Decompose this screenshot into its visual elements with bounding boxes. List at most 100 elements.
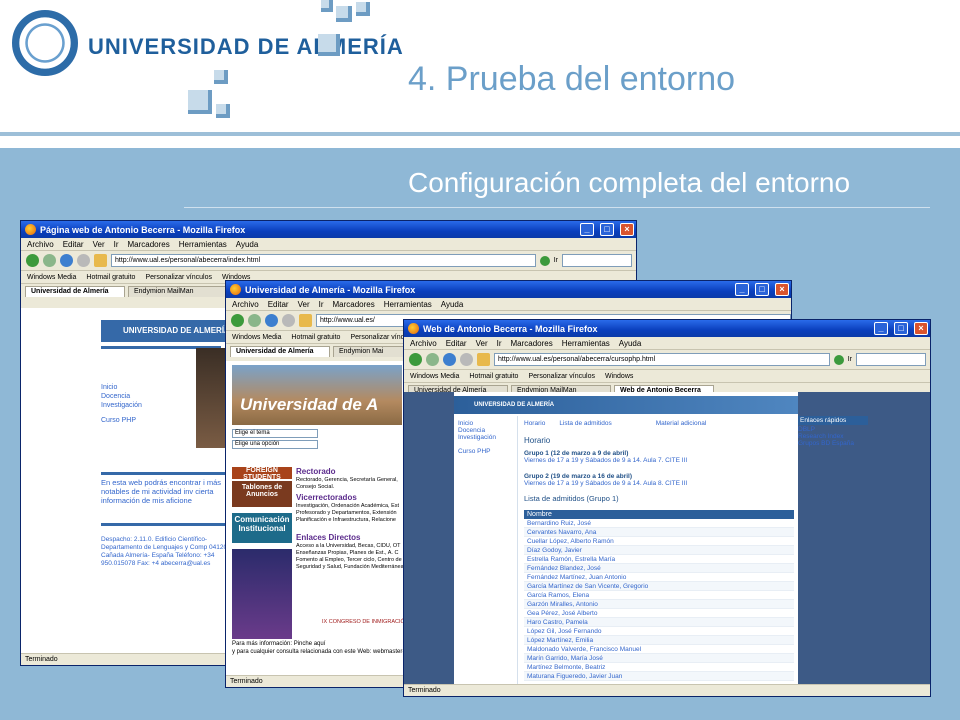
tab-endymion[interactable]: Endymion MailMan <box>128 286 228 297</box>
reload-icon[interactable] <box>443 353 456 366</box>
menu-archivo[interactable]: Archivo <box>410 339 437 348</box>
menu-link-lista[interactable]: Lista de admitidos <box>559 420 611 427</box>
menu-herramientas[interactable]: Herramientas <box>384 300 432 309</box>
enlaces-heading[interactable]: Enlaces Directos <box>296 533 360 542</box>
title-bar[interactable]: Universidad de Almería - Mozilla Firefox… <box>226 281 791 298</box>
forward-icon[interactable] <box>248 314 261 327</box>
menu-ver[interactable]: Ver <box>476 339 488 348</box>
decorative-square <box>318 34 340 56</box>
url-input[interactable]: http://www.ual.es/personal/abecerra/inde… <box>111 254 536 267</box>
nav-link-curso-php[interactable]: Curso PHP <box>458 448 491 455</box>
menu-marcadores[interactable]: Marcadores <box>128 240 170 249</box>
vicerrectorados-heading[interactable]: Vicerrectorados <box>296 493 357 502</box>
menu-ayuda[interactable]: Ayuda <box>441 300 464 309</box>
go-label[interactable]: Ir <box>554 257 558 264</box>
maximize-button[interactable]: □ <box>894 322 908 335</box>
close-button[interactable]: × <box>775 283 789 296</box>
search-input[interactable] <box>562 254 632 267</box>
menu-ayuda[interactable]: Ayuda <box>619 339 642 348</box>
minimize-button[interactable]: _ <box>580 223 594 236</box>
nav-link-inicio[interactable]: Inicio <box>458 420 473 427</box>
go-icon[interactable] <box>539 255 550 266</box>
menu-link-horario[interactable]: Horario <box>524 420 545 427</box>
minimize-button[interactable]: _ <box>735 283 749 296</box>
menu-editar[interactable]: Editar <box>268 300 289 309</box>
rectorado-heading[interactable]: Rectorado <box>296 467 336 476</box>
forward-icon[interactable] <box>43 254 56 267</box>
reload-icon[interactable] <box>60 254 73 267</box>
menu-bar: Archivo Editar Ver Ir Marcadores Herrami… <box>226 298 791 311</box>
url-input[interactable]: http://www.ual.es/personal/abecerra/curs… <box>494 353 830 366</box>
go-label[interactable]: Ir <box>848 356 852 363</box>
page-header: UNIVERSIDAD DE ALMERÍA <box>454 396 798 414</box>
bookmark-item[interactable]: Hotmail gratuito <box>86 274 135 281</box>
title-bar[interactable]: Web de Antonio Becerra - Mozilla Firefox… <box>404 320 930 337</box>
reload-icon[interactable] <box>265 314 278 327</box>
home-icon[interactable] <box>94 254 107 267</box>
bookmark-item[interactable]: Personalizar vínculos <box>145 274 212 281</box>
maximize-button[interactable]: □ <box>755 283 769 296</box>
menu-marcadores[interactable]: Marcadores <box>333 300 375 309</box>
menu-editar[interactable]: Editar <box>63 240 84 249</box>
topic-select[interactable]: Elige el tema <box>232 429 318 438</box>
forward-icon[interactable] <box>426 353 439 366</box>
menu-ir[interactable]: Ir <box>114 240 119 249</box>
browser-window-3[interactable]: Web de Antonio Becerra - Mozilla Firefox… <box>403 319 931 697</box>
menu-herramientas[interactable]: Herramientas <box>562 339 610 348</box>
menu-ver[interactable]: Ver <box>93 240 105 249</box>
maximize-button[interactable]: □ <box>600 223 614 236</box>
go-icon[interactable] <box>833 354 844 365</box>
tab-universidad[interactable]: Universidad de Almería <box>230 346 330 357</box>
search-input[interactable] <box>856 353 926 366</box>
bookmark-item[interactable]: Hotmail gratuito <box>291 334 340 341</box>
nav-link-curso-php[interactable]: Curso PHP <box>101 416 142 425</box>
close-button[interactable]: × <box>914 322 928 335</box>
menu-archivo[interactable]: Archivo <box>232 300 259 309</box>
menu-ir[interactable]: Ir <box>319 300 324 309</box>
menu-ir[interactable]: Ir <box>497 339 502 348</box>
nav-link-investigacion[interactable]: Investigación <box>101 401 142 410</box>
menu-editar[interactable]: Editar <box>446 339 467 348</box>
home-icon[interactable] <box>477 353 490 366</box>
quick-link-research-index[interactable]: Research Index <box>798 433 868 440</box>
bookmark-item[interactable]: Hotmail gratuito <box>469 373 518 380</box>
menu-ver[interactable]: Ver <box>298 300 310 309</box>
menu-ayuda[interactable]: Ayuda <box>236 240 259 249</box>
menu-link-material[interactable]: Material adicional <box>656 420 707 427</box>
bookmark-item[interactable]: Personalizar vínculos <box>528 373 595 380</box>
close-button[interactable]: × <box>620 223 634 236</box>
home-icon[interactable] <box>299 314 312 327</box>
comunicacion-banner[interactable]: Comunicación Institucional <box>232 513 292 543</box>
grupo2-title: Grupo 2 (19 de marzo a 16 de abril) <box>524 473 633 480</box>
menu-archivo[interactable]: Archivo <box>27 240 54 249</box>
stop-icon[interactable] <box>282 314 295 327</box>
foreign-students-banner[interactable]: FOREIGN STUDENTS <box>232 467 292 481</box>
back-icon[interactable] <box>409 353 422 366</box>
nav-link-docencia[interactable]: Docencia <box>101 392 142 401</box>
enlaces-text: Acceso a la Universidad, Becas, CIDU, OT… <box>296 543 404 570</box>
quick-link-grupos-bd[interactable]: Grupos BD España <box>798 440 868 447</box>
bookmark-item[interactable]: Windows <box>605 373 633 380</box>
bookmark-item[interactable]: Windows Media <box>410 373 459 380</box>
bookmark-item[interactable]: Windows Media <box>232 334 281 341</box>
tab-universidad[interactable]: Universidad de Almería <box>25 286 125 297</box>
back-icon[interactable] <box>231 314 244 327</box>
nav-link-investigacion[interactable]: Investigación <box>458 434 496 441</box>
vicerrectorados-text: Investigación, Ordenación Académica, Est… <box>296 503 400 523</box>
quick-link-dblp[interactable]: DBLP <box>798 426 868 433</box>
nav-link-docencia[interactable]: Docencia <box>458 427 485 434</box>
table-row: García Martínez de San Vicente, Gregorio <box>524 582 794 591</box>
option-select[interactable]: Elige una opción <box>232 440 318 449</box>
menu-herramientas[interactable]: Herramientas <box>179 240 227 249</box>
tablones-banner[interactable]: Tablones de Anuncios <box>232 481 292 507</box>
nav-link-inicio[interactable]: Inicio <box>101 383 142 392</box>
title-bar[interactable]: Página web de Antonio Becerra - Mozilla … <box>21 221 636 238</box>
menu-marcadores[interactable]: Marcadores <box>511 339 553 348</box>
bookmark-item[interactable]: Windows Media <box>27 274 76 281</box>
minimize-button[interactable]: _ <box>874 322 888 335</box>
stop-icon[interactable] <box>77 254 90 267</box>
stop-icon[interactable] <box>460 353 473 366</box>
grupo2-desc: Viernes de 17 a 19 y Sábados de 9 a 14. … <box>524 480 688 487</box>
back-icon[interactable] <box>26 254 39 267</box>
table-row: Gea Pérez, José Alberto <box>524 609 794 618</box>
